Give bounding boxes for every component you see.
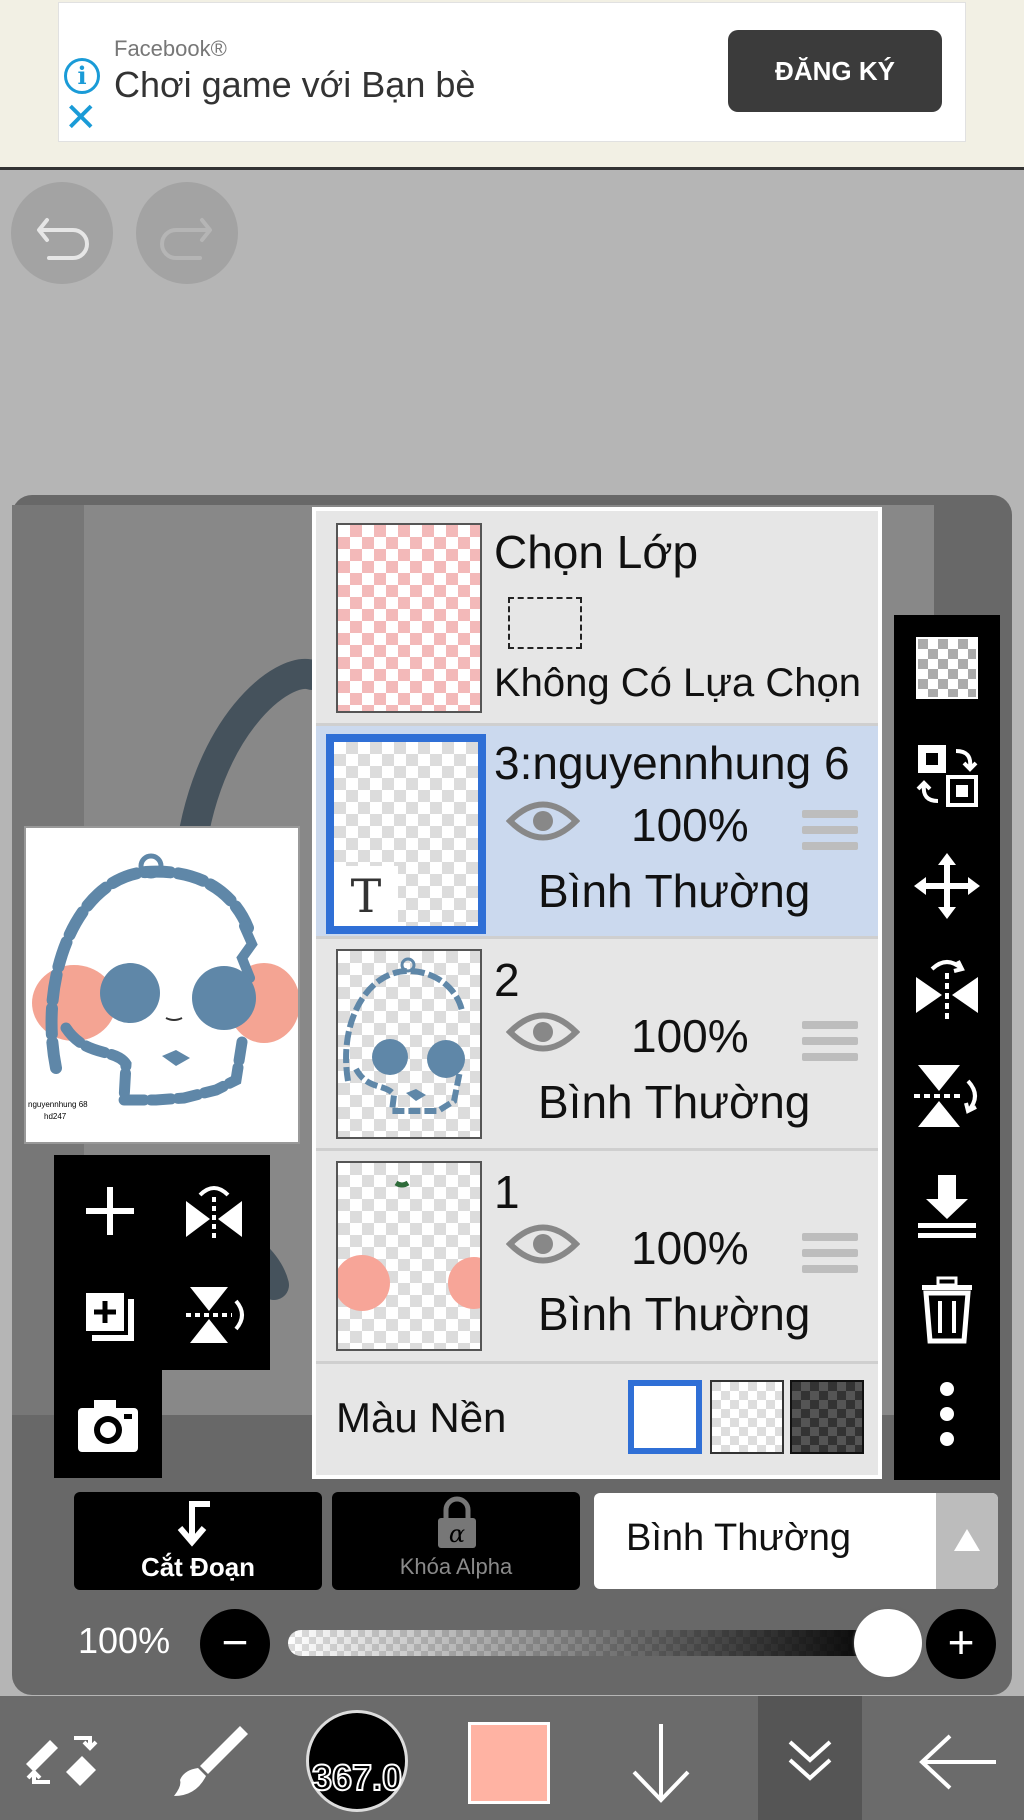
- opacity-increase-button[interactable]: +: [926, 1609, 996, 1679]
- background-label: Màu Nền: [336, 1394, 507, 1441]
- layer-opacity: 100%: [631, 1010, 749, 1062]
- duplicate-layer-icon[interactable]: [80, 1287, 140, 1347]
- info-icon[interactable]: i: [64, 58, 100, 94]
- redo-button[interactable]: [136, 182, 238, 284]
- drag-handle-icon[interactable]: [802, 1021, 858, 1065]
- flip-horizontal-icon[interactable]: [182, 1183, 246, 1239]
- swap-layer-icon[interactable]: [912, 741, 982, 811]
- layer-opacity: 100%: [631, 799, 749, 851]
- transparent-fill-button[interactable]: [916, 637, 978, 699]
- drag-handle-icon[interactable]: [802, 810, 858, 854]
- alpha-lock-button[interactable]: α Khóa Alpha: [332, 1492, 580, 1590]
- color-swatch[interactable]: [468, 1722, 550, 1804]
- close-icon[interactable]: ✕: [64, 98, 98, 138]
- selection-status: Không Có Lựa Chọn: [494, 661, 862, 705]
- layer-list: Chọn Lớp Không Có Lựa Chọn T 3:nguyennhu…: [312, 507, 882, 1479]
- add-layer-icon[interactable]: [82, 1183, 138, 1239]
- selection-thumbnail: [336, 523, 482, 713]
- opacity-label: 100%: [78, 1620, 171, 1661]
- flip-vertical-icon[interactable]: [912, 1061, 982, 1131]
- brush-size-value: 367.0: [311, 1756, 403, 1799]
- selection-marquee-icon: [508, 597, 582, 649]
- ad-source: Facebook®: [114, 36, 227, 61]
- text-layer-icon: T: [334, 866, 398, 926]
- triangle-up-icon: [954, 1529, 980, 1551]
- layer-row-2[interactable]: 2 100% Bình Thường: [316, 939, 878, 1151]
- bottom-toolbar: 367.0: [0, 1696, 1024, 1820]
- blend-mode-value: Bình Thường: [626, 1517, 852, 1559]
- background-dark-option[interactable]: [790, 1380, 864, 1454]
- ad-title[interactable]: Chơi game với Bạn bè: [114, 64, 475, 106]
- flip-vertical-icon[interactable]: [184, 1283, 248, 1347]
- layer-name: 1: [494, 1166, 520, 1218]
- layer-action-menu: [54, 1155, 270, 1370]
- eye-icon[interactable]: [506, 1007, 580, 1057]
- layer-row-3[interactable]: T 3:nguyennhung 6 100% Bình Thường: [316, 726, 878, 939]
- alpha-lock-label: Khóa Alpha: [399, 1554, 513, 1579]
- move-icon[interactable]: [912, 851, 982, 921]
- background-white-option[interactable]: [628, 1380, 702, 1454]
- layer-name: 3:nguyennhung 6: [494, 737, 850, 789]
- opacity-slider[interactable]: [288, 1630, 888, 1656]
- background-color-row: Màu Nền: [316, 1364, 878, 1475]
- undo-button[interactable]: [11, 182, 113, 284]
- double-chevron-down-icon: [788, 1740, 832, 1781]
- skull-line-art: [343, 957, 465, 1114]
- layer-thumbnail-3: T: [326, 734, 486, 934]
- preview-caption-2: hd247: [44, 1112, 67, 1121]
- blush-art: [338, 1180, 480, 1311]
- alpha-lock-icon: α: [438, 1496, 476, 1548]
- clipping-button[interactable]: Cắt Đoạn: [74, 1492, 322, 1590]
- camera-icon: [78, 1400, 138, 1452]
- undo-icon: [37, 218, 89, 260]
- layer-name: 2: [494, 954, 520, 1006]
- back-arrow-icon[interactable]: [918, 1730, 998, 1794]
- merge-down-icon[interactable]: [912, 1171, 982, 1241]
- clipping-label: Cắt Đoạn: [140, 1552, 256, 1582]
- drag-handle-icon[interactable]: [802, 1233, 858, 1277]
- layer-row-1[interactable]: 1 100% Bình Thường: [316, 1151, 878, 1364]
- opacity-decrease-button[interactable]: −: [200, 1609, 270, 1679]
- eye-icon[interactable]: [506, 796, 580, 846]
- clipping-icon: [177, 1501, 210, 1547]
- trash-icon[interactable]: [912, 1275, 982, 1345]
- brush-eraser-toggle-icon[interactable]: [20, 1722, 104, 1798]
- layers-toggle-button[interactable]: [758, 1696, 862, 1820]
- skull-artwork: [32, 853, 300, 1106]
- blend-mode-dropdown[interactable]: [936, 1493, 998, 1589]
- opacity-slider-knob[interactable]: [854, 1609, 922, 1677]
- layer-tools-bar: [894, 615, 1000, 1480]
- ad-signup-button[interactable]: ĐĂNG KÝ: [728, 30, 942, 112]
- camera-import-button[interactable]: [54, 1370, 162, 1478]
- redo-icon: [160, 218, 212, 260]
- layer-blend-mode: Bình Thường: [538, 1288, 811, 1340]
- navigator-preview[interactable]: nguyennhung 68 hd247: [24, 826, 300, 1144]
- selection-layer-row[interactable]: Chọn Lớp Không Có Lựa Chọn: [316, 511, 878, 726]
- brush-icon[interactable]: [170, 1720, 250, 1800]
- layer-opacity: 100%: [631, 1222, 749, 1274]
- flip-horizontal-icon[interactable]: [912, 955, 982, 1025]
- background-transparent-option[interactable]: [710, 1380, 784, 1454]
- preview-caption-1: nguyennhung 68: [28, 1100, 88, 1109]
- layer-blend-mode: Bình Thường: [538, 1076, 811, 1128]
- layer-thumbnail-1: [336, 1161, 482, 1351]
- svg-text:α: α: [449, 1520, 465, 1548]
- selection-layer-title: Chọn Lớp: [494, 526, 699, 578]
- more-options-icon[interactable]: [912, 1379, 982, 1449]
- eye-icon[interactable]: [506, 1219, 580, 1269]
- layer-blend-mode: Bình Thường: [538, 865, 811, 917]
- brush-size-button[interactable]: 367.0: [306, 1710, 408, 1812]
- layer-thumbnail-2: [336, 949, 482, 1139]
- arrow-down-icon[interactable]: [626, 1720, 696, 1804]
